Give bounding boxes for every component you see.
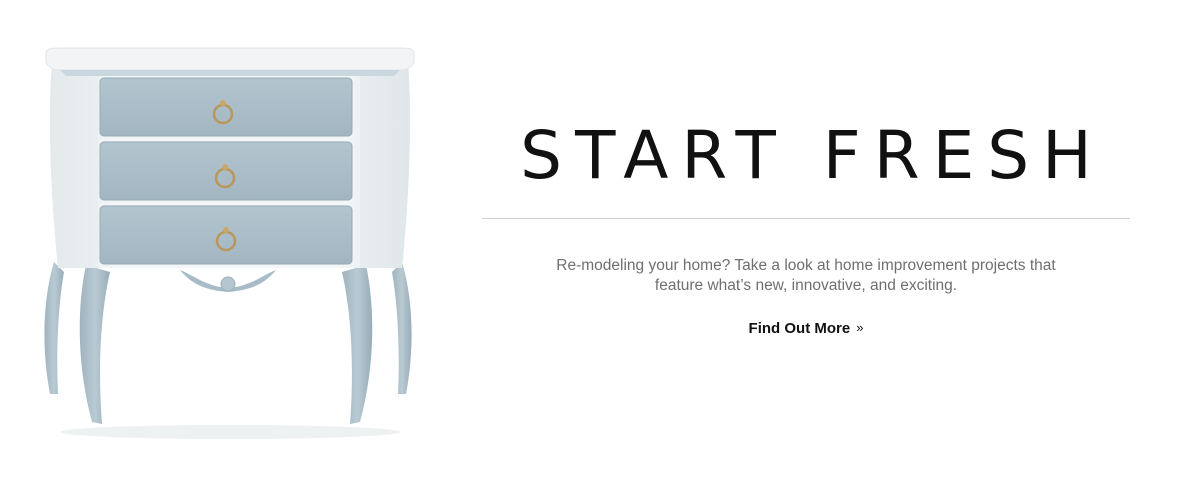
hero-product-image <box>30 40 430 460</box>
hero-headline: START FRESH <box>520 117 1105 194</box>
cabinet-illustration <box>44 47 415 439</box>
hero-subtext: Re-modeling your home? Take a look at ho… <box>556 257 1056 294</box>
double-chevron-right-icon: » <box>856 320 864 335</box>
divider <box>482 218 1130 219</box>
find-out-more-link[interactable]: Find Out More » <box>749 320 864 337</box>
cta-label: Find Out More <box>748 320 851 337</box>
hero-text-block: START FRESH Re-modeling your home? Take … <box>482 110 1130 338</box>
